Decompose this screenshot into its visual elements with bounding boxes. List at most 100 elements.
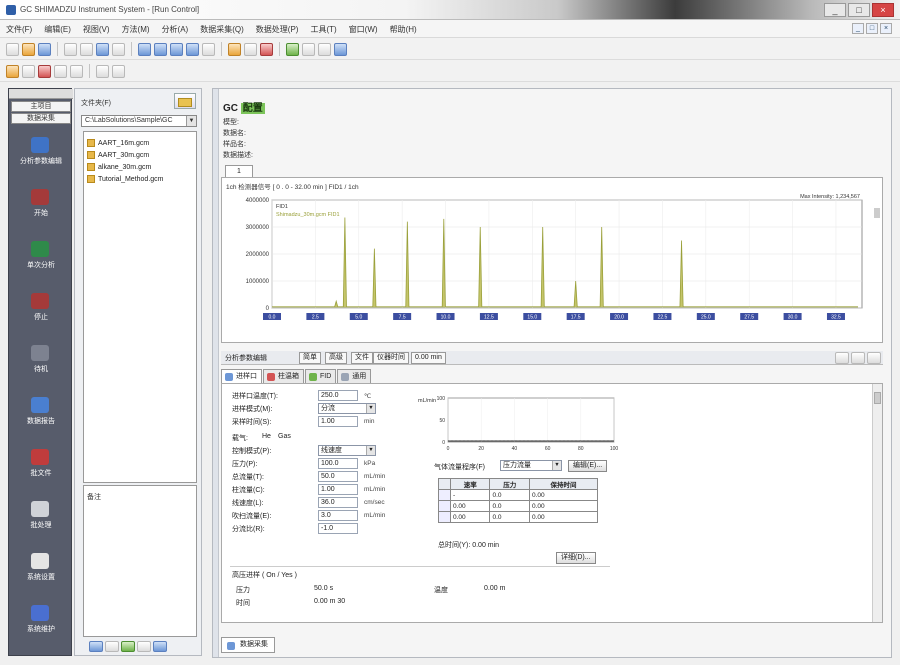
question-icon[interactable] [70,64,83,78]
save-icon[interactable] [38,42,51,56]
report-icon[interactable] [170,42,183,56]
param-select[interactable]: 线速度 ▼ [318,445,376,456]
table-cell[interactable]: 0.00 [528,511,599,523]
step-icon[interactable] [302,42,315,56]
run-icon[interactable] [286,42,299,56]
nav-item-6[interactable]: 批文件 [9,449,73,495]
view-edit-icon[interactable] [137,641,151,652]
view-data-icon[interactable] [121,641,135,652]
data-acquisition-tab[interactable]: 数据采集 [11,113,71,124]
param-input[interactable]: -1.0 [318,523,358,534]
table-cell[interactable]: 0.00 [528,500,599,512]
table-cell[interactable]: 0.0 [489,511,530,523]
edit-icon[interactable] [334,42,347,56]
zoom-icon[interactable] [318,42,331,56]
panel-splitter[interactable] [213,89,219,657]
method-help-icon[interactable] [851,352,865,364]
view-list-icon[interactable] [89,641,103,652]
menu-item-9[interactable]: 帮助(H) [390,24,417,35]
main-project-tab[interactable]: 主项目 [11,101,71,112]
menu-item-4[interactable]: 分析(A) [162,24,189,35]
param-input[interactable]: 1.00 [318,416,358,427]
menu-item-1[interactable]: 编辑(E) [44,24,71,35]
chromatogram-icon[interactable] [154,42,167,56]
view-report-icon[interactable] [153,641,167,652]
menu-item-2[interactable]: 视图(V) [83,24,110,35]
print-icon[interactable] [112,42,125,56]
list-item[interactable]: Tutorial_Method.gcm [84,173,196,185]
tab-column-oven[interactable]: 柱温箱 [263,369,304,383]
menu-item-8[interactable]: 窗口(W) [349,24,378,35]
list-item[interactable]: AART_16m.gcm [84,137,196,149]
list-item[interactable]: AART_30m.gcm [84,149,196,161]
tab-injector[interactable]: 进样口 [221,369,262,383]
notes-box[interactable]: 备注 [83,485,197,637]
close-button[interactable]: × [872,3,894,17]
nav-item-4[interactable]: 待机 [9,345,73,391]
table-row[interactable]: -0.0 0.00 [438,489,599,501]
table-cell[interactable]: 0.00 [528,489,599,501]
help-icon[interactable] [202,42,215,56]
menu-item-7[interactable]: 工具(T) [310,24,336,35]
cut-icon[interactable] [64,42,77,56]
simple-button[interactable]: 简单 [299,352,321,364]
open-folder-icon[interactable] [22,42,35,56]
list-icon[interactable] [96,64,109,78]
chromatogram-svg[interactable]: 0 1000000 2000000 3000000 4000000 0.0 2.5 5.0 7.… [222,190,882,342]
nav-item-2[interactable]: 单次分析 [9,241,73,287]
tab-fid[interactable]: FID [305,369,337,383]
menu-item-6[interactable]: 数据处理(P) [256,24,299,35]
paste-icon[interactable] [96,42,109,56]
instrument-icon[interactable] [6,64,19,78]
method-icon[interactable] [38,64,51,78]
folder-select[interactable]: C:\LabSolutions\Sample\GC ▼ [81,115,197,127]
table-view-icon[interactable] [186,42,199,56]
open-folder-button[interactable] [174,93,196,109]
file-button[interactable]: 文件 [351,352,373,364]
instrument-time-button[interactable]: 仪器时间 [373,352,409,364]
time-field[interactable]: 0.00 min [411,352,446,364]
nav-item-3[interactable]: 停止 [9,293,73,339]
vertical-scrollbar[interactable] [872,384,882,622]
nav-item-9[interactable]: 系统维护 [9,605,73,651]
chart-scroll-handle[interactable] [874,208,880,218]
mdi-minimize-button[interactable]: _ [852,23,864,34]
tab-general[interactable]: 通用 [337,369,372,383]
method-print-icon[interactable] [835,352,849,364]
flow-program-table[interactable]: 速率 压力 保持时间 -0.0 0.00 0.00 0.0 0.00 0.00 0.0 0.00 [438,478,599,523]
param-select[interactable]: 分流 ▼ [318,403,376,414]
file-list[interactable]: AART_16m.gcm AART_30m.gcm alkane_30m.gcm Tu… [83,131,197,483]
advanced-button[interactable]: 高级 [325,352,347,364]
settings-icon[interactable] [228,42,241,56]
menu-item-5[interactable]: 数据采集(Q) [200,24,244,35]
param-input[interactable]: 1.00 [318,484,358,495]
grid-icon[interactable] [244,42,257,56]
menu-item-3[interactable]: 方法(M) [122,24,150,35]
detail-button[interactable]: 详细(D)... [556,552,596,564]
list-item[interactable]: alkane_30m.gcm [84,161,196,173]
nav-item-8[interactable]: 系统设置 [9,553,73,599]
mdi-close-button[interactable]: × [880,23,892,34]
nav-item-7[interactable]: 批处理 [9,501,73,547]
param-input[interactable]: 100.0 [318,458,358,469]
scrollbar-thumb[interactable] [874,392,881,404]
table-row[interactable]: 0.00 0.0 0.00 [438,500,599,512]
new-file-icon[interactable] [6,42,19,56]
row-selector[interactable] [438,489,451,501]
about-icon[interactable] [112,64,125,78]
maximize-button[interactable]: □ [848,3,870,17]
method-close-icon[interactable] [867,352,881,364]
row-selector[interactable] [438,500,451,512]
flow-program-mode-select[interactable]: 压力流量 ▼ [500,460,562,471]
monitor-icon[interactable] [22,64,35,78]
nav-item-5[interactable]: 数据报告 [9,397,73,443]
nav-item-0[interactable]: 分析参数编辑 [9,137,73,183]
param-input[interactable]: 3.0 [318,510,358,521]
table-cell[interactable]: - [449,489,491,501]
minimize-button[interactable]: _ [824,3,846,17]
param-input[interactable]: 50.0 [318,471,358,482]
row-selector[interactable] [438,511,451,523]
table-cell[interactable]: 0.00 [449,511,491,523]
table-cell[interactable]: 0.0 [489,489,530,501]
copy-icon[interactable] [80,42,93,56]
